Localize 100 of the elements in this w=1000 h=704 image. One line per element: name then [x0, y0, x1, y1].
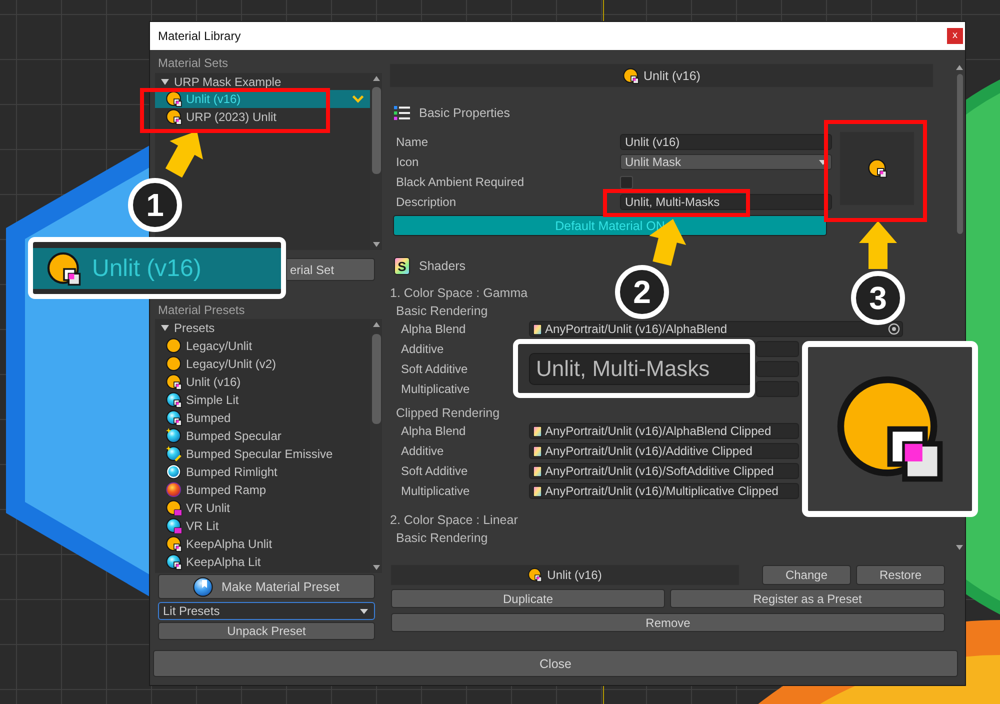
sphere-icon [166, 482, 182, 498]
disc-squares-icon [836, 375, 944, 483]
tree-item[interactable]: Legacy/Unlit [155, 337, 370, 355]
scrollbar-thumb[interactable] [372, 334, 380, 424]
shader-field[interactable] [756, 361, 799, 377]
property-label: Icon [396, 155, 419, 169]
shader-field[interactable] [756, 381, 799, 397]
remove-button[interactable]: Remove [391, 613, 945, 632]
rendering-title: Basic Rendering [396, 530, 488, 546]
property-label: Multiplicative [401, 484, 470, 498]
unpack-button[interactable]: Unpack Preset [158, 622, 375, 640]
material-set-button[interactable]: erial Set [287, 258, 375, 281]
checkbox[interactable] [620, 176, 633, 188]
shader-file-icon [533, 466, 542, 476]
caret-icon [819, 160, 827, 164]
property-label: Additive [401, 342, 444, 356]
list-icon [394, 105, 410, 121]
dropdown[interactable]: Unlit Mask [620, 154, 832, 170]
color-space-title: 2. Color Space : Linear [390, 512, 518, 528]
pointer-arrow [859, 221, 897, 269]
shader-file-icon [533, 486, 542, 496]
property-label: Black Ambient Required [396, 175, 524, 189]
tree-item[interactable]: Unlit (v16) [155, 373, 370, 391]
scrollbar[interactable] [370, 319, 382, 573]
tree-item[interactable]: KeepAlpha Lit [155, 553, 370, 571]
tree-item[interactable]: VR Lit [155, 517, 370, 535]
scroll-up-icon[interactable] [372, 76, 380, 81]
tree-item[interactable]: Bumped Rimlight [155, 463, 370, 481]
tree-item[interactable]: Bumped Ramp [155, 481, 370, 499]
property-label: Name [396, 135, 428, 149]
shader-logo: S [394, 257, 410, 275]
tree-item[interactable]: Bumped Specular [155, 427, 370, 445]
shader-field[interactable]: AnyPortrait/Unlit (v16)/Multiplicative Clipped [529, 483, 799, 499]
shader-field[interactable]: AnyPortrait/Unlit (v16)/Additive Clipped [529, 443, 799, 459]
disc-icon [166, 356, 182, 372]
property-label: Multiplicative [401, 382, 470, 396]
chevron-down-icon[interactable] [352, 95, 364, 103]
caret-icon [360, 608, 368, 614]
tree-item[interactable]: VR Unlit [155, 499, 370, 517]
make-preset-button[interactable]: Make Material Preset [158, 574, 375, 599]
magnified-description: Unlit, Multi-Masks [529, 353, 750, 385]
rendering-title: Clipped Rendering [396, 405, 500, 421]
shader-field[interactable]: AnyPortrait/Unlit (v16)/AlphaBlend Clipped [529, 423, 799, 439]
tree-item[interactable]: URP (2023) Unlit [155, 108, 370, 126]
scroll-up-icon[interactable] [956, 65, 963, 70]
disc-squares-icon [47, 252, 81, 286]
scrollbar-thumb[interactable] [956, 74, 962, 234]
close-button[interactable]: Close [153, 650, 958, 677]
disc-icon [166, 338, 182, 354]
dropdown[interactable]: Lit Presets [158, 602, 375, 620]
sphere-squares-icon [166, 392, 182, 408]
panel-label: Material Sets [157, 55, 228, 71]
text-field[interactable]: Unlit, Multi-Masks [620, 194, 832, 210]
shader-field[interactable]: AnyPortrait/Unlit (v16)/AlphaBlend [529, 321, 903, 337]
section-title: Shaders [419, 259, 466, 273]
tree-item[interactable]: Bumped Specular Emissive [155, 445, 370, 463]
tree-group[interactable]: Presets [155, 319, 370, 337]
property-label: Soft Additive [401, 362, 468, 376]
rendering-title: Basic Rendering [396, 303, 488, 319]
scrollbar-thumb[interactable] [372, 87, 380, 174]
scroll-down-icon[interactable] [372, 565, 380, 570]
sphere-bookmark-icon [193, 576, 214, 596]
section-title: Basic Properties [419, 106, 510, 120]
shader-file-icon [533, 446, 542, 456]
scroll-down-icon[interactable] [956, 545, 963, 550]
property-label: Alpha Blend [401, 424, 466, 438]
disc-squares-icon [622, 68, 639, 84]
tree-item[interactable]: Simple Lit [155, 391, 370, 409]
disc-tag-icon [166, 500, 182, 516]
property-label: Description [396, 195, 456, 209]
change-button[interactable]: Change [762, 565, 851, 585]
scroll-down-icon[interactable] [372, 242, 380, 247]
restore-button[interactable]: Restore [856, 565, 945, 585]
disc-squares-icon [166, 91, 182, 107]
duplicate-button[interactable]: Duplicate [391, 589, 665, 608]
current-material-field[interactable]: Unlit (v16) [391, 565, 739, 585]
shader-field[interactable] [756, 341, 799, 357]
tree-item[interactable]: KeepAlpha Unlit [155, 535, 370, 553]
shader-file-icon [533, 426, 542, 436]
tree-item[interactable]: Bumped [155, 409, 370, 427]
tree-item[interactable]: Legacy/Unlit (v2) [155, 355, 370, 373]
disc-squares-icon [868, 159, 886, 178]
caret-icon[interactable] [161, 324, 169, 332]
caret-icon[interactable] [161, 78, 169, 86]
tree-group[interactable]: URP Mask Example [155, 73, 370, 90]
sphere-star-stripe-icon [166, 446, 182, 462]
pointer-arrow [165, 131, 203, 178]
property-label: Soft Additive [401, 464, 468, 478]
target-icon[interactable] [888, 323, 900, 335]
close-button[interactable]: x [947, 28, 963, 44]
scroll-up-icon[interactable] [372, 322, 380, 327]
disc-squares-icon [166, 536, 182, 552]
sphere-tag-icon [166, 518, 182, 534]
shader-field[interactable]: AnyPortrait/Unlit (v16)/SoftAdditive Clipped [529, 463, 799, 479]
scrollbar[interactable] [370, 73, 382, 250]
register-preset-button[interactable]: Register as a Preset [670, 589, 945, 608]
shader-file-icon [533, 324, 542, 334]
material-title: Unlit (v16) [644, 68, 700, 82]
text-field[interactable]: Unlit (v16) [620, 134, 832, 150]
property-label: Additive [401, 444, 444, 458]
